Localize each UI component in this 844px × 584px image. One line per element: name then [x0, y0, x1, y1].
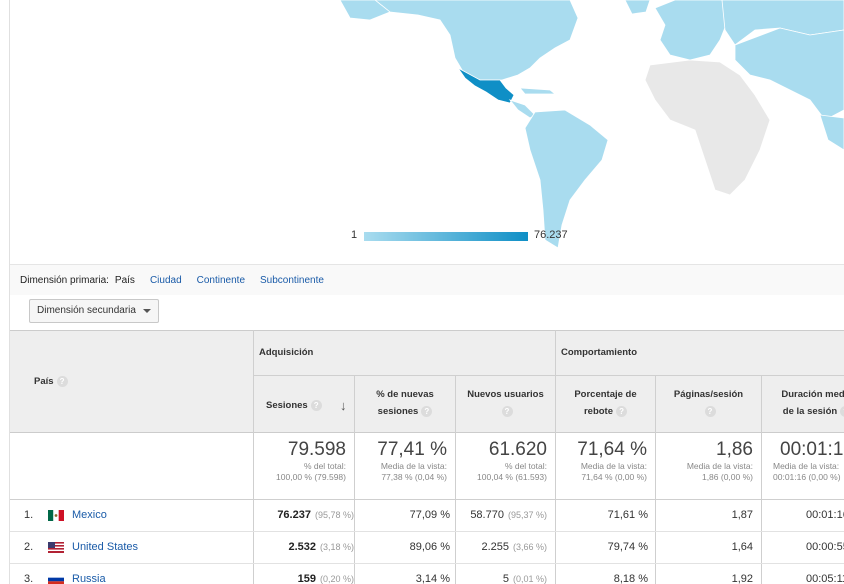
data-table: País? Adquisición Comportamiento Sesione…	[10, 330, 844, 584]
map-region-africa[interactable]	[644, 59, 771, 196]
new-sessions-value: 77,09 %	[409, 509, 450, 521]
map-region-europe[interactable]	[654, 0, 729, 61]
map-region-caribbean[interactable]	[519, 87, 557, 95]
help-icon[interactable]: ?	[840, 405, 844, 417]
dimension-link-city[interactable]: Ciudad	[150, 275, 182, 286]
column-header-avg-session-duration[interactable]: Duración media de la sesión?	[762, 386, 844, 420]
help-icon[interactable]: ?	[310, 399, 322, 411]
avg-session-duration-value: 00:05:11	[806, 573, 844, 584]
country-link-mexico[interactable]: Mexico	[72, 509, 107, 521]
total-pages-per-session: 1,86 Media de la vista: 1,86 (0,00 %)	[686, 439, 753, 482]
sort-desc-arrow-icon[interactable]: ↓	[340, 398, 347, 413]
column-header-country[interactable]: País?	[34, 373, 68, 390]
total-sessions: 79.598 % del total: 100,00 % (79.598)	[276, 439, 346, 482]
country-link-united-states[interactable]: United States	[72, 541, 138, 553]
new-users-value: 58.770 (95,37 %)	[470, 509, 547, 521]
secondary-dimension-area: Dimensión secundaria	[10, 295, 844, 329]
new-sessions-value: 3,14 %	[415, 573, 450, 584]
map-region-south-america[interactable]	[524, 109, 609, 249]
avg-session-duration-value: 00:00:55	[806, 541, 844, 553]
map-region-north-america[interactable]	[374, 0, 579, 81]
table-row: 1. Mexico 76.237 (95,78 %) 77,09 % 58.770…	[10, 500, 844, 532]
legend-gradient-bar	[364, 232, 528, 241]
usa-flag-icon	[48, 542, 64, 553]
help-icon[interactable]: ?	[501, 405, 513, 417]
pages-per-session-value: 1,87	[731, 509, 753, 521]
table-row: 3. Russia 159 (0,20 %) 3,14 % 5 (0,01 %) 8…	[10, 564, 844, 584]
bounce-rate-value: 8,18 %	[613, 573, 648, 584]
legend-min-value: 1	[351, 229, 358, 241]
bounce-rate-value: 71,61 %	[607, 509, 648, 521]
totals-row: 79.598 % del total: 100,00 % (79.598) 77…	[10, 433, 844, 500]
column-header-sessions[interactable]: Sesiones?	[266, 397, 322, 414]
sessions-value: 76.237 (95,78 %)	[277, 509, 354, 521]
avg-session-duration-value: 00:01:16	[806, 509, 844, 521]
pages-per-session-value: 1,64	[731, 541, 753, 553]
help-icon[interactable]: ?	[421, 405, 433, 417]
column-header-new-sessions[interactable]: % de nuevas sesiones?	[355, 386, 455, 420]
new-sessions-value: 89,06 %	[409, 541, 450, 553]
help-icon[interactable]: ?	[616, 405, 628, 417]
column-header-pages-per-session[interactable]: Páginas/sesión ?	[656, 386, 761, 420]
total-avg-session-duration: 00:01:16 Media de la vista: 00:01:16 (0,…	[773, 439, 844, 482]
column-header-bounce-rate[interactable]: Porcentaje de rebote?	[556, 386, 655, 420]
table-row: 2. United States 2.532 (3,18 %) 89,06 % 2…	[10, 532, 844, 564]
dimension-link-subcontinent[interactable]: Subcontinente	[260, 275, 324, 286]
dimension-link-continent[interactable]: Continente	[197, 275, 245, 286]
dimension-country-active: País	[114, 274, 135, 286]
russia-flag-icon	[48, 574, 64, 584]
secondary-dimension-label: Dimensión secundaria	[37, 305, 136, 316]
sessions-value: 2.532 (3,18 %)	[288, 541, 354, 553]
group-header-acquisition: Adquisición	[259, 347, 314, 358]
group-header-behavior: Comportamiento	[561, 347, 637, 358]
pages-per-session-value: 1,92	[731, 573, 753, 584]
primary-dimension-label: Dimensión primaria:	[20, 274, 109, 286]
total-new-users: 61.620 % del total: 100,04 % (61.593)	[477, 439, 547, 482]
legend-max-value: 76.237	[534, 229, 568, 241]
map-region-southeast-asia[interactable]	[819, 114, 844, 151]
mexico-flag-icon	[48, 510, 64, 521]
country-link-russia[interactable]: Russia	[72, 573, 106, 584]
sessions-value: 159 (0,20 %)	[297, 573, 354, 584]
total-new-sessions: 77,41 % Media de la vista: 77,38 % (0,04…	[377, 439, 447, 482]
help-icon[interactable]: ?	[56, 375, 68, 387]
help-icon[interactable]: ?	[704, 405, 716, 417]
primary-dimension-bar: Dimensión primaria: País Ciudad Continen…	[10, 264, 844, 296]
map-region-greenland[interactable]	[624, 0, 651, 15]
chevron-down-icon	[143, 309, 151, 313]
map-region-central-america[interactable]	[508, 99, 536, 119]
secondary-dimension-dropdown[interactable]: Dimensión secundaria	[29, 299, 159, 323]
bounce-rate-value: 79,74 %	[607, 541, 648, 553]
total-bounce-rate: 71,64 % Media de la vista: 71,64 % (0,00…	[577, 439, 647, 482]
column-header-new-users[interactable]: Nuevos usuarios ?	[456, 386, 555, 420]
new-users-value: 2.255 (3,66 %)	[481, 541, 547, 553]
new-users-value: 5 (0,01 %)	[502, 573, 547, 584]
world-map-svg[interactable]	[10, 0, 844, 262]
geo-map[interactable]: 1 76.237	[10, 0, 844, 262]
